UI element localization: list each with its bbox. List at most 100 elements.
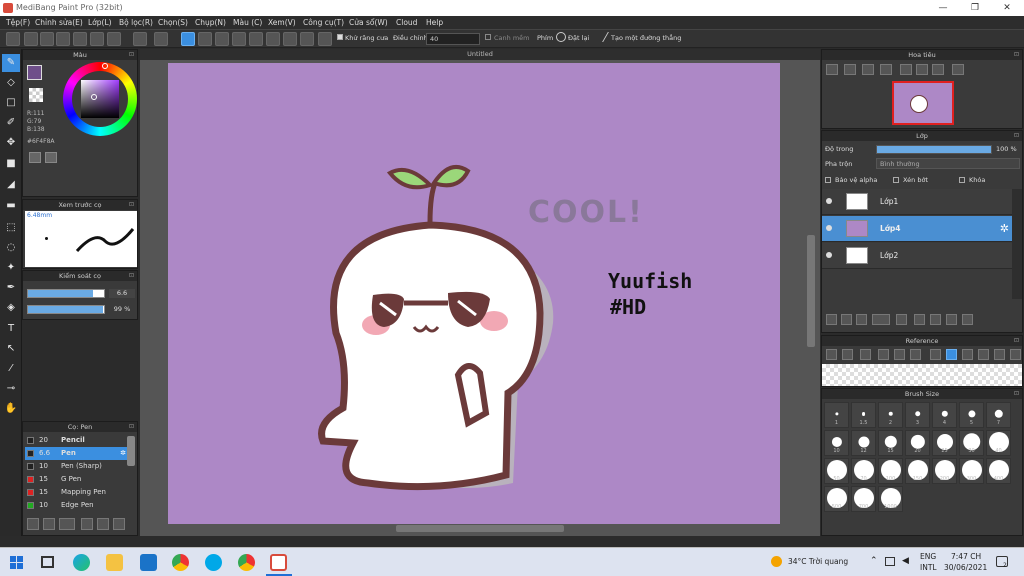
flip-icon[interactable] [952, 64, 964, 75]
comment-icon[interactable] [40, 32, 54, 46]
eye-icon[interactable] [826, 198, 832, 204]
select-pen-tool-icon[interactable]: ✒ [2, 279, 20, 297]
reset-button[interactable]: Đặt lại [568, 34, 589, 42]
brush-item-pen-sharp[interactable]: 10 Pen (Sharp) [25, 460, 129, 473]
rotate-left-icon[interactable] [900, 64, 912, 75]
brush-item-edge-pen[interactable]: 10 Edge Pen [25, 499, 129, 512]
clipping-checkbox[interactable] [893, 177, 899, 183]
brush-size-cell[interactable]: 20 [905, 430, 930, 456]
skype-icon[interactable] [205, 554, 222, 571]
eraser-tool-icon[interactable]: ◇ [2, 74, 20, 92]
shape-fill-tool-icon[interactable]: ■ [2, 155, 20, 173]
brush-size-cell[interactable]: 150 [905, 458, 930, 484]
ref-zoom-in-icon[interactable] [878, 349, 889, 360]
folder-icon[interactable] [896, 314, 907, 325]
weather-text[interactable]: 34°C Trời quang [788, 557, 848, 566]
brush-tool-icon[interactable]: ✎ [2, 54, 20, 72]
minimize-button[interactable]: — [928, 1, 958, 15]
canvas-horizontal-scrollbar[interactable] [396, 525, 564, 532]
ref-hand-icon[interactable] [946, 349, 957, 360]
menu-select[interactable]: Chọn(S) [158, 18, 188, 27]
menu-edit[interactable]: Chỉnh sửa(E) [35, 18, 83, 27]
gear-icon[interactable]: ✲ [1000, 222, 1009, 235]
medibang-taskbar-icon[interactable] [270, 554, 287, 571]
brush-list-scrollbar[interactable] [127, 436, 135, 466]
pin-icon[interactable]: ⊡ [129, 50, 134, 60]
ref-flip-icon[interactable] [1010, 349, 1021, 360]
parallel-snap-icon[interactable] [198, 32, 212, 46]
ref-close-icon[interactable] [860, 349, 871, 360]
rectangle-tool-icon[interactable]: □ [2, 94, 20, 112]
brush-size-cell[interactable]: 3 [905, 402, 930, 428]
chrome-icon[interactable] [172, 554, 189, 571]
new-layer-icon[interactable] [826, 314, 837, 325]
brush-cloud-icon[interactable] [27, 518, 39, 530]
pin-icon[interactable]: ⊡ [1014, 50, 1019, 60]
brush-size-cell[interactable]: 50 [824, 458, 849, 484]
brush-size-cell[interactable]: 30 [959, 430, 984, 456]
gear-icon[interactable] [318, 32, 332, 46]
merge-down-icon[interactable] [930, 314, 941, 325]
layer-opacity-slider[interactable] [876, 145, 992, 154]
canvas-tab[interactable]: Untitled [140, 49, 820, 60]
menu-file[interactable]: Tệp(F) [6, 18, 30, 27]
pin-icon[interactable]: ⊡ [129, 200, 134, 210]
layer-scrollbar[interactable] [1012, 189, 1022, 299]
navigator-thumbnail[interactable] [892, 81, 954, 125]
redo-icon[interactable] [154, 32, 168, 46]
ref-rotate-left-icon[interactable] [962, 349, 973, 360]
snap-off-icon[interactable] [181, 32, 195, 46]
tray-chevron-icon[interactable]: ⌃ [870, 556, 878, 566]
brush-add-icon[interactable] [43, 518, 55, 530]
chrome-profile-icon[interactable] [238, 554, 255, 571]
volume-icon[interactable]: ◀ [902, 556, 909, 566]
file-explorer-icon[interactable] [106, 554, 123, 571]
select-eraser-tool-icon[interactable]: ◈ [2, 299, 20, 317]
pin-icon[interactable]: ⊡ [129, 271, 134, 281]
ref-zoom-out-icon[interactable] [910, 349, 921, 360]
palette-add-icon[interactable] [45, 152, 57, 163]
ref-open-icon[interactable] [826, 349, 837, 360]
duplicate-layer-icon[interactable] [914, 314, 925, 325]
operation-tool-icon[interactable]: ↖ [2, 340, 20, 358]
bucket-tool-icon[interactable]: ◢ [2, 176, 20, 194]
brush-folder-icon[interactable] [97, 518, 109, 530]
brush-size-cell[interactable]: 500 [824, 486, 849, 512]
transparent-swatch[interactable] [29, 88, 43, 102]
palette-icon[interactable] [29, 152, 41, 163]
ref-fit-icon[interactable] [978, 349, 989, 360]
menu-filter[interactable]: Bộ lọc(R) [119, 18, 153, 27]
brush-size-cell[interactable]: 1000 [878, 486, 903, 512]
menu-capture[interactable]: Chụp(N) [195, 18, 226, 27]
zoom-out-icon[interactable] [844, 64, 856, 75]
rotate-right-icon[interactable] [932, 64, 944, 75]
blend-select[interactable]: Bình thường [876, 158, 1020, 169]
brush-size-cell[interactable]: 300 [959, 458, 984, 484]
curve-snap-icon[interactable] [283, 32, 297, 46]
edge-browser-icon[interactable] [73, 554, 90, 571]
pin-icon[interactable]: ⊡ [1014, 336, 1019, 346]
hand-tool-icon[interactable]: ✋ [2, 400, 20, 418]
brush-size-cell[interactable]: 4 [932, 402, 957, 428]
menu-color[interactable]: Màu (C) [233, 18, 262, 27]
menu-tools[interactable]: Công cụ(T) [303, 18, 344, 27]
adjust-select[interactable]: 40 [426, 33, 480, 45]
saturation-square[interactable] [81, 80, 119, 118]
maximize-button[interactable]: ❐ [960, 1, 990, 15]
brush-copy-icon[interactable] [81, 518, 93, 530]
windows-start-icon[interactable] [10, 556, 23, 569]
pin-icon[interactable]: ⊡ [1014, 131, 1019, 141]
radial-snap-icon[interactable] [249, 32, 263, 46]
new-line-button[interactable]: Tạo một đường thẳng [611, 34, 681, 42]
clock-time[interactable]: 7:47 CH [951, 552, 981, 561]
new-1bit-layer-icon[interactable] [856, 314, 867, 325]
close-button[interactable]: ✕ [992, 1, 1022, 15]
gear-icon[interactable]: ✲ [120, 447, 126, 460]
brush-size-cell[interactable]: 12 [851, 430, 876, 456]
zoom-actual-icon[interactable] [862, 64, 874, 75]
move-tool-icon[interactable]: ✥ [2, 134, 20, 152]
pin-icon[interactable]: ⊡ [129, 422, 134, 432]
brush-item-mapping-pen[interactable]: 15 Mapping Pen [25, 486, 129, 499]
canvas-vertical-scrollbar[interactable] [807, 235, 815, 347]
select-tool-icon[interactable]: ⬚ [2, 219, 20, 237]
